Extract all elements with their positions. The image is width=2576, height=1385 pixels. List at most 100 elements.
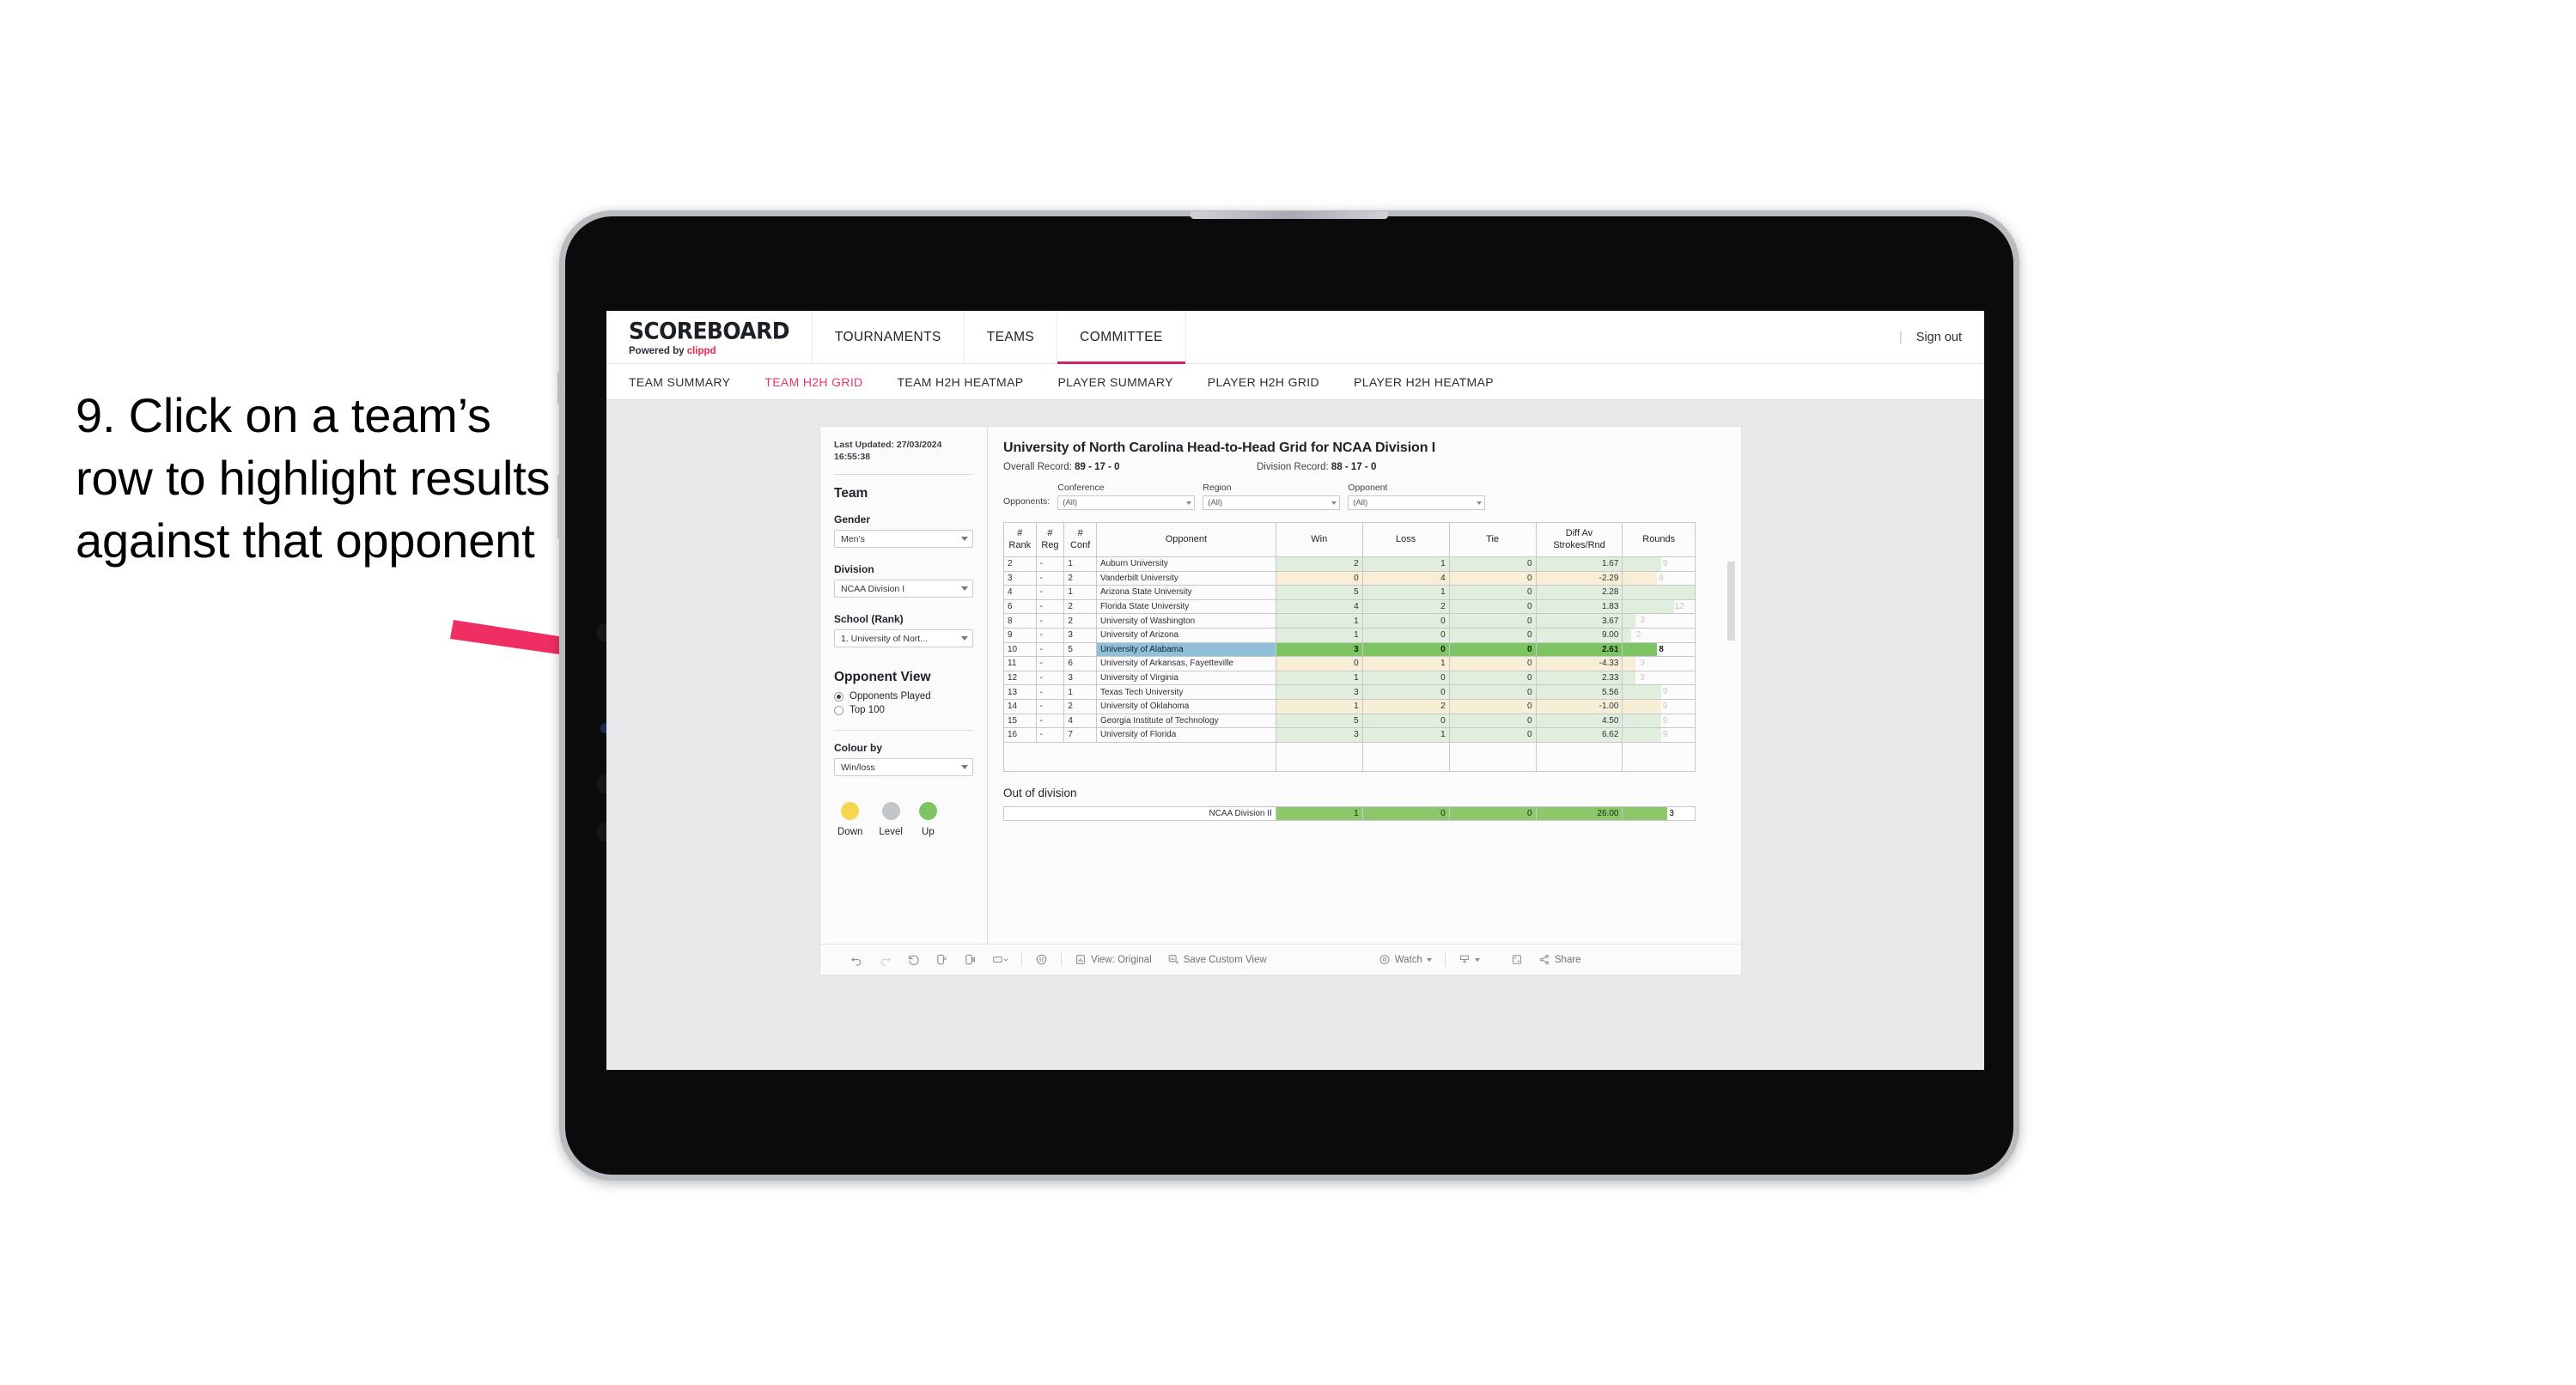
cell-conf: 2	[1063, 570, 1097, 586]
dashboard-sheet: Last Updated: 27/03/2024 16:55:38 Team G…	[819, 426, 1742, 975]
table-row[interactable]: 3-2 Vanderbilt University 0 4 0 -2.29 8	[1003, 570, 1696, 586]
table-row[interactable]: 8-2 University of Washington 1 0 0 3.67 3	[1003, 613, 1696, 629]
topnav-divider: |	[1899, 330, 1903, 344]
colour-by-select[interactable]: Win/loss	[834, 758, 973, 777]
table-row[interactable]: 14-2 University of Oklahoma 1 2 0 -1.00 9	[1003, 698, 1696, 714]
radio-top-100[interactable]: Top 100	[834, 705, 973, 715]
cell-reg: -	[1035, 670, 1065, 686]
cell-diff: 3.67	[1535, 613, 1623, 629]
col-header-rounds[interactable]: Rounds	[1622, 522, 1696, 557]
pause-auto-update-button[interactable]	[956, 953, 984, 966]
out-of-division-row[interactable]: NCAA Division II 1 0 0 26.00 3	[1003, 805, 1696, 822]
table-row[interactable]: 2-1 Auburn University 2 1 0 1.67 9	[1003, 556, 1696, 572]
subnav-item-team-h2h-grid[interactable]: TEAM H2H GRID	[764, 375, 862, 389]
opponent-value: (All)	[1353, 498, 1368, 507]
cell-rounds: 9	[1622, 727, 1696, 743]
cell-reg: -	[1035, 684, 1065, 700]
instruction-annotation: 9. Click on a team’s row to highlight re…	[76, 388, 551, 568]
watch-label: Watch	[1394, 954, 1422, 965]
table-row[interactable]: 9-3 University of Arizona 1 0 0 9.00 2	[1003, 627, 1696, 643]
cell-win: 3	[1275, 641, 1363, 658]
refresh-button[interactable]	[928, 953, 956, 966]
topnav-item-teams[interactable]: TEAMS	[965, 311, 1058, 363]
subnav-item-player-summary[interactable]: PLAYER SUMMARY	[1057, 375, 1172, 389]
save-custom-view-label: Save Custom View	[1183, 954, 1267, 965]
division-record: Division Record: 88 - 17 - 0	[1257, 462, 1510, 472]
share-label: Share	[1554, 954, 1581, 965]
sign-out-link[interactable]: Sign out	[1916, 331, 1962, 344]
revert-button[interactable]	[899, 953, 928, 966]
col-header-rank[interactable]: # Rank	[1003, 522, 1037, 557]
cell-tie: 0	[1448, 670, 1537, 686]
view-original-button[interactable]: View: Original	[1067, 953, 1160, 966]
table-row[interactable]: 4-1Arizona State University5102.2817	[1003, 585, 1696, 600]
view-original-label: View: Original	[1091, 954, 1152, 965]
grid-vertical-scrollbar[interactable]	[1727, 562, 1735, 641]
topnav-item-tournaments[interactable]: TOURNAMENTS	[813, 311, 965, 363]
cell-tie: 0	[1448, 656, 1537, 671]
col-header-diff[interactable]: Diff Av Strokes/Rnd	[1535, 522, 1623, 557]
watch-button[interactable]: Watch	[1371, 953, 1440, 966]
chevron-down-icon	[1477, 501, 1483, 505]
subnav-item-team-summary[interactable]: TEAM SUMMARY	[629, 375, 730, 389]
conference-select[interactable]: (All)	[1057, 495, 1196, 510]
table-row[interactable]: 13-1 Texas Tech University 3 0 0 5.56 9	[1003, 684, 1696, 700]
region-select[interactable]: (All)	[1203, 495, 1341, 510]
table-row[interactable]: 10-5 University of Alabama 3 0 0 2.61 8	[1003, 641, 1696, 658]
ood-rounds-cell: 3	[1622, 805, 1696, 822]
pause-refresh-button[interactable]	[1027, 953, 1056, 966]
cell-win: 3	[1275, 684, 1363, 700]
undo-button[interactable]	[843, 953, 871, 966]
device-volume-button	[557, 371, 563, 405]
col-header-tie[interactable]: Tie	[1448, 522, 1537, 557]
subnav-item-player-h2h-grid[interactable]: PLAYER H2H GRID	[1208, 375, 1319, 389]
redo-button[interactable]	[871, 953, 899, 966]
sheet-body: Last Updated: 27/03/2024 16:55:38 Team G…	[820, 427, 1741, 944]
cell-conf: 2	[1063, 698, 1097, 714]
h2h-grid-table: # Rank # Reg # Conf Opponent Win Loss Tie D…	[1003, 522, 1696, 772]
table-row[interactable]: 16-7 University of Florida 3 1 0 6.62 9	[1003, 727, 1696, 743]
save-custom-view-button[interactable]: Save Custom View	[1160, 953, 1275, 966]
table-row[interactable]: 12-3 University of Virginia 1 0 0 2.33 3	[1003, 670, 1696, 686]
cell-opponent: Texas Tech University	[1095, 684, 1276, 700]
page-title: University of North Carolina Head-to-Hea…	[1003, 440, 1436, 455]
cell-tie: 0	[1448, 641, 1537, 658]
topnav-item-committee[interactable]: COMMITTEE	[1057, 311, 1186, 364]
cell-diff: -1.00	[1535, 698, 1623, 714]
col-header-loss[interactable]: Loss	[1361, 522, 1450, 557]
cell-rank: 2	[1003, 556, 1037, 572]
school-value: 1. University of Nort...	[841, 633, 928, 644]
col-header-conf[interactable]: # Conf	[1063, 522, 1097, 557]
col-header-reg[interactable]: # Reg	[1035, 522, 1065, 557]
legend-item-up: Up	[918, 802, 937, 837]
fullscreen-button[interactable]	[1503, 953, 1531, 966]
share-button[interactable]: Share	[1531, 953, 1589, 966]
device-layout-button[interactable]	[984, 953, 1016, 966]
cell-diff: -2.29	[1535, 570, 1623, 586]
radio-opponents-played[interactable]: Opponents Played	[834, 691, 973, 702]
col-conf-l2: Conf	[1070, 539, 1091, 550]
cell-win: 1	[1275, 670, 1363, 686]
cell-tie: 0	[1448, 556, 1537, 572]
table-row[interactable]: 15-4 Georgia Institute of Technology 5 0 0 4.…	[1003, 713, 1696, 729]
table-row[interactable]: 11-6 University of Arkansas, Fayetteville…	[1003, 656, 1696, 671]
cell-conf: 1	[1063, 684, 1097, 700]
table-row[interactable]: 6-2 Florida State University 4 2 0 1.83 12	[1003, 598, 1696, 615]
opponent-select[interactable]: (All)	[1348, 495, 1486, 510]
gender-select[interactable]: Men’s	[834, 530, 973, 549]
cell-rounds: 3	[1622, 670, 1696, 686]
cell-diff: 2.61	[1535, 641, 1623, 658]
subnav-item-team-h2h-heatmap[interactable]: TEAM H2H HEATMAP	[898, 375, 1024, 389]
school-select[interactable]: 1. University of Nort...	[834, 629, 973, 648]
download-button[interactable]	[1451, 953, 1488, 966]
subnav-item-player-h2h-heatmap[interactable]: PLAYER H2H HEATMAP	[1354, 375, 1494, 389]
col-header-win[interactable]: Win	[1275, 522, 1363, 557]
cell-win: 0	[1275, 656, 1363, 671]
radio-top-100-label: Top 100	[850, 705, 885, 716]
table-blank-row	[1003, 741, 1696, 772]
division-select[interactable]: NCAA Division I	[834, 580, 973, 598]
brand-logo[interactable]: SCOREBOARD Powered by clippd	[606, 311, 813, 363]
ood-rounds-value: 3	[1669, 808, 1674, 818]
col-header-opponent[interactable]: Opponent	[1095, 522, 1276, 557]
h2h-grid-body: 2-1 Auburn University 2 1 0 1.67 9 3-2 Vanderbil…	[1003, 556, 1696, 772]
